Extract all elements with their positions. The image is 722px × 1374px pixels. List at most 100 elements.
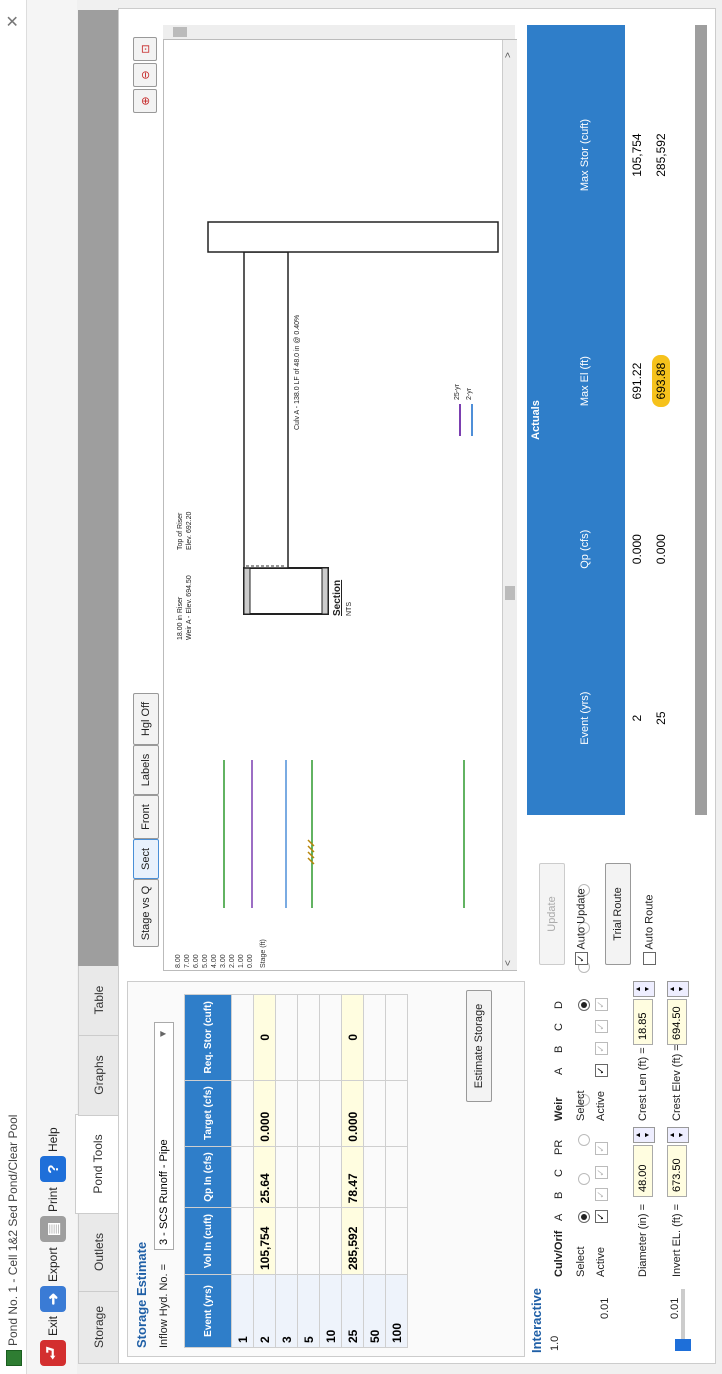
zoom-out-icon[interactable]: ⊖ — [133, 63, 157, 87]
results-footer-bar — [695, 25, 707, 815]
culvert-a-active-checkbox[interactable]: ✓ — [595, 1210, 608, 1223]
storage-estimate-title: Storage Estimate — [134, 1241, 149, 1348]
weir-b-active-checkbox[interactable]: ✓ — [595, 1042, 608, 1055]
req-cell — [385, 994, 408, 1081]
close-icon[interactable]: ✕ — [3, 15, 23, 28]
crest-elev-input[interactable]: 694.50 — [667, 999, 687, 1045]
hgl-off-button[interactable]: Hgl Off — [133, 693, 159, 745]
diameter-spinner[interactable]: ▲ ▼ — [633, 1127, 655, 1143]
culvert-b-active-checkbox[interactable]: ✓ — [595, 1188, 608, 1201]
export-button[interactable]: ➜ Export — [35, 1247, 71, 1312]
tab-storage[interactable]: Storage — [78, 1290, 119, 1364]
help-button[interactable]: ? Help — [35, 1127, 71, 1182]
vol-cell: 105,754 — [253, 1207, 276, 1275]
export-label: Export — [46, 1247, 60, 1282]
tab-outlets[interactable]: Outlets — [78, 1212, 119, 1292]
help-icon: ? — [40, 1156, 66, 1182]
inflow-label: Inflow Hyd. No. = — [158, 1263, 170, 1348]
qp-cell — [231, 1146, 254, 1208]
culvert-pr-active-checkbox[interactable]: ✓ — [595, 1142, 608, 1155]
stage-tick: 0.00 — [247, 954, 254, 968]
estimate-storage-button[interactable]: Estimate Storage — [466, 990, 492, 1102]
inflow-select[interactable]: 3 - SCS Runoff - Pipe ▼ — [154, 1022, 174, 1250]
exit-label: Exit — [46, 1315, 60, 1336]
chevron-down-icon: ▼ — [158, 1029, 169, 1039]
auto-update-checkbox[interactable]: ✓ Auto Update — [575, 888, 588, 965]
title-bar: Pond No. 1 - Cell 1&2 Sed Pond/Clear Poo… — [0, 0, 27, 1374]
results-col-event: Event (yrs) — [545, 621, 625, 815]
results-table: Event (yrs) Qp (cfs) Max El (ft) Max Sto… — [545, 25, 673, 815]
scroll-thumb[interactable] — [505, 586, 515, 600]
labels-button[interactable]: Labels — [133, 745, 159, 795]
vscroll-thumb[interactable] — [173, 27, 187, 37]
scroll-left-icon[interactable]: < — [503, 960, 514, 966]
crest-elev-spinner[interactable]: ▲ ▼ — [667, 981, 689, 997]
front-button[interactable]: Front — [133, 795, 159, 839]
results-qp-cell: 0.000 — [630, 534, 644, 565]
weir-col-d: D — [553, 1001, 565, 1009]
help-label: Help — [46, 1127, 60, 1152]
crest-len-input[interactable]: 18.85 — [633, 999, 653, 1045]
target-cell[interactable]: 0.000 — [341, 1080, 364, 1147]
print-button[interactable]: ▤ Print — [35, 1187, 71, 1242]
update-button[interactable]: Update — [539, 863, 565, 965]
weir-c-active-checkbox[interactable]: ✓ — [595, 1020, 608, 1033]
tab-graphs[interactable]: Graphs — [78, 1034, 119, 1116]
req-cell: 0 — [253, 994, 276, 1081]
stage-vs-q-button[interactable]: Stage vs Q — [133, 879, 159, 947]
target-cell[interactable]: 0.000 — [253, 1080, 276, 1147]
horizontal-scrollbar[interactable]: < > — [502, 40, 517, 970]
zoom-fit-icon[interactable]: ⊡ — [133, 37, 157, 61]
target-cell — [231, 1080, 254, 1147]
qp-cell — [319, 1146, 342, 1208]
req-cell — [297, 994, 320, 1081]
export-icon: ➜ — [40, 1286, 66, 1312]
tab-pond-tools[interactable]: Pond Tools — [75, 1114, 120, 1214]
interactive-panel: Interactive 1.0 0.01 0.01 Culv/Orif Sele… — [529, 883, 709, 1357]
slider-bottom-label: 0.01 — [669, 1297, 681, 1319]
culvert-c-active-checkbox[interactable]: ✓ — [595, 1166, 608, 1179]
weir-a-radio[interactable] — [577, 999, 590, 1012]
culvert-a-radio[interactable] — [577, 1211, 590, 1223]
top-riser-elev: Elev. 692.20 — [186, 511, 193, 550]
slider-thumb[interactable] — [675, 1339, 691, 1351]
weir-active-label: Active — [595, 1091, 607, 1121]
results-header-row: Event (yrs) Qp (cfs) Max El (ft) Max Sto… — [545, 25, 625, 815]
culvert-c-radio[interactable] — [577, 1134, 590, 1147]
invert-spinner[interactable]: ▲ ▼ — [667, 1127, 689, 1143]
results-panel: Actuals Event (yrs) Qp (cfs) Max El (ft)… — [527, 25, 707, 815]
print-label: Print — [46, 1187, 60, 1212]
actuals-header: Actuals — [527, 25, 545, 815]
col-qp-in: Qp In (cfs) — [184, 1146, 232, 1208]
weir-a-active-checkbox[interactable]: ✓ — [595, 1064, 608, 1077]
event-cell: 5 — [297, 1274, 320, 1348]
legend-25yr: 25-yr — [454, 384, 461, 400]
qp-cell — [275, 1146, 298, 1208]
scroll-right-icon[interactable]: > — [503, 52, 514, 58]
diameter-input[interactable]: 48.00 — [633, 1145, 653, 1197]
riser-cap — [243, 567, 251, 615]
toolbar: ⮐ Exit ➜ Export ▤ Print ? Help — [27, 0, 77, 1374]
vertical-scrollbar[interactable] — [163, 25, 515, 39]
app-window: Pond No. 1 - Cell 1&2 Sed Pond/Clear Poo… — [0, 0, 722, 1374]
zoom-in-icon[interactable]: ⊕ — [133, 89, 157, 113]
invert-input[interactable]: 673.50 — [667, 1145, 687, 1197]
legend-2yr: 2-yr — [466, 387, 473, 400]
storage-table: Event (yrs) Vol In (cuft) Qp In (cfs) Ta… — [184, 994, 408, 1348]
tab-table[interactable]: Table — [78, 964, 119, 1036]
tab-strip: Storage Outlets Pond Tools Graphs Table — [75, 10, 120, 1364]
section-graph: 8.00 7.00 6.00 5.00 4.00 3.00 2.00 1.00 … — [163, 39, 517, 971]
exit-button[interactable]: ⮐ Exit — [35, 1316, 71, 1366]
pond-wall — [207, 221, 499, 253]
sect-button[interactable]: Sect — [133, 839, 159, 879]
weir-d-active-checkbox[interactable]: ✓ — [595, 998, 608, 1011]
section-label: Section — [332, 579, 343, 616]
qp-cell: 25.64 — [253, 1146, 276, 1208]
auto-route-checkbox[interactable]: Auto Route — [643, 895, 656, 965]
slider-track[interactable] — [681, 1289, 685, 1345]
crest-len-spinner[interactable]: ▲ ▼ — [633, 981, 655, 997]
trial-route-button[interactable]: Trial Route — [605, 863, 631, 965]
col-event: Event (yrs) — [184, 1274, 232, 1348]
event-cell: 50 — [363, 1274, 386, 1348]
culvert-b-radio[interactable] — [577, 1172, 590, 1185]
